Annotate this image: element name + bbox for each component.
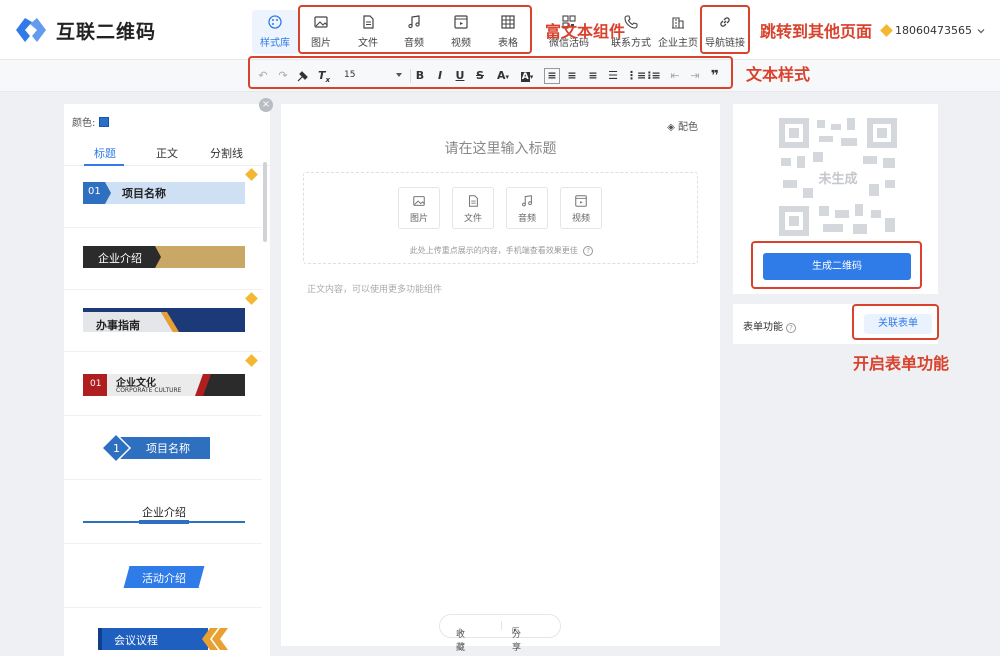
color-scheme-label: 配色 bbox=[678, 122, 698, 133]
qr-status: 未生成 bbox=[818, 172, 858, 187]
color-label: 颜色: bbox=[72, 118, 96, 129]
help-icon[interactable]: ? bbox=[786, 323, 796, 333]
upload-label: 图片 bbox=[409, 214, 428, 224]
upload-area[interactable]: 图片 文件 音频 视频 此处上传重点展示的内容，手机端查看效果更佳 ? bbox=[303, 172, 698, 264]
template-label: 项目名称 bbox=[146, 442, 190, 455]
share-label: 分享 bbox=[512, 630, 522, 653]
template-item[interactable]: 01 企业文化 CORPORATE CULTURE bbox=[64, 352, 262, 416]
enterprise-home-tool[interactable]: 企业主页 bbox=[655, 10, 701, 54]
chevron-down-icon bbox=[977, 28, 985, 33]
editor-canvas: ◈ 配色 请在这里输入标题 图片 文件 音频 视频 此处上传重点展示的内容，手机… bbox=[281, 104, 720, 653]
user-account[interactable]: 18060473565 bbox=[880, 24, 986, 37]
color-picker[interactable]: 颜色: bbox=[72, 114, 110, 129]
template-item[interactable]: 企业介绍 bbox=[64, 480, 262, 544]
palette-icon bbox=[268, 15, 282, 29]
annotation-text-style: 文本样式 bbox=[746, 65, 811, 84]
logo-icon bbox=[16, 18, 46, 42]
upload-file-button[interactable]: 文件 bbox=[452, 187, 494, 229]
color-swatch[interactable] bbox=[99, 116, 110, 127]
template-item[interactable]: 企业介绍 bbox=[64, 228, 262, 290]
annotation-jump: 跳转到其他页面 bbox=[760, 22, 873, 41]
template-number: 01 bbox=[88, 186, 101, 197]
template-tabs: 标题 正文 分割线 bbox=[64, 136, 270, 166]
template-label: 项目名称 bbox=[122, 187, 166, 200]
upload-audio-button[interactable]: 音频 bbox=[506, 187, 548, 229]
title-input[interactable]: 请在这里输入标题 bbox=[281, 138, 720, 158]
tool-label: 企业主页 bbox=[658, 38, 698, 49]
logo[interactable]: 互联二维码 bbox=[14, 14, 156, 46]
template-label: 企业介绍 bbox=[98, 252, 142, 265]
template-item[interactable]: 活动介绍 bbox=[64, 544, 262, 608]
body-input[interactable]: 正文内容，可以使用更多功能组件 bbox=[307, 282, 442, 295]
annotation-rich-text: 富文本组件 bbox=[545, 22, 626, 41]
vip-diamond-icon bbox=[245, 168, 258, 181]
tab-body[interactable]: 正文 bbox=[156, 145, 178, 161]
annotation-box-rich-text bbox=[298, 5, 532, 54]
video-icon bbox=[575, 195, 587, 207]
upload-label: 视频 bbox=[571, 214, 590, 224]
tab-divider[interactable]: 分割线 bbox=[210, 145, 243, 161]
app-title: 互联二维码 bbox=[56, 20, 157, 43]
tool-label: 样式库 bbox=[260, 38, 290, 49]
vip-diamond-icon bbox=[245, 292, 258, 305]
building-icon bbox=[672, 17, 684, 29]
template-item[interactable]: 01 项目名称 bbox=[64, 166, 262, 228]
annotation-box-form bbox=[852, 304, 939, 340]
upload-label: 音频 bbox=[517, 214, 536, 224]
color-scheme-button[interactable]: ◈ 配色 bbox=[667, 118, 698, 133]
form-feature-label: 表单功能? bbox=[743, 318, 796, 333]
paint-bucket-icon: ◈ bbox=[667, 122, 675, 133]
template-label: 活动介绍 bbox=[142, 572, 186, 585]
help-icon[interactable]: ? bbox=[583, 246, 594, 256]
template-item[interactable]: 1 项目名称 bbox=[64, 416, 262, 480]
template-item[interactable]: 办事指南 bbox=[64, 290, 262, 352]
favorite-label: 收藏 bbox=[456, 630, 466, 653]
action-bar: ☆ 收藏 | ⇱ 分享 bbox=[439, 614, 561, 653]
tab-title[interactable]: 标题 bbox=[94, 145, 116, 161]
file-icon bbox=[468, 195, 478, 207]
close-icon[interactable]: × bbox=[259, 98, 273, 112]
upload-label: 文件 bbox=[463, 214, 482, 224]
phone-icon bbox=[624, 15, 638, 29]
form-label-text: 表单功能 bbox=[743, 322, 783, 333]
annotation-box-nav bbox=[700, 5, 750, 54]
scrollbar[interactable] bbox=[263, 162, 267, 242]
style-library-tool[interactable]: 样式库 bbox=[252, 10, 298, 54]
annotation-box-generate bbox=[751, 241, 922, 289]
upload-video-button[interactable]: 视频 bbox=[560, 187, 602, 229]
template-number: 1 bbox=[113, 442, 120, 455]
divider: | bbox=[500, 621, 504, 631]
vip-diamond-icon bbox=[880, 24, 893, 37]
template-label: 企业介绍 bbox=[142, 506, 186, 519]
music-note-icon bbox=[522, 195, 532, 207]
upload-hint-text: 此处上传重点展示的内容，手机端查看效果更佳 bbox=[409, 246, 578, 255]
template-shape bbox=[83, 520, 245, 524]
annotation-box-text-style bbox=[248, 56, 733, 89]
template-sublabel: CORPORATE CULTURE bbox=[116, 387, 182, 394]
image-icon bbox=[413, 196, 425, 206]
user-phone: 18060473565 bbox=[895, 24, 972, 37]
template-label: 办事指南 bbox=[96, 319, 140, 332]
template-item[interactable]: 会议议程 bbox=[64, 608, 262, 656]
upload-image-button[interactable]: 图片 bbox=[398, 187, 440, 229]
template-label: 会议议程 bbox=[114, 634, 158, 647]
annotation-form: 开启表单功能 bbox=[853, 354, 950, 373]
template-panel: 颜色: 标题 正文 分割线 01 项目名称 企业介绍 办事指南 01 企业文化 … bbox=[64, 104, 270, 656]
template-number: 01 bbox=[90, 379, 102, 389]
vip-diamond-icon bbox=[245, 354, 258, 367]
upload-hint: 此处上传重点展示的内容，手机端查看效果更佳 ? bbox=[304, 245, 699, 256]
